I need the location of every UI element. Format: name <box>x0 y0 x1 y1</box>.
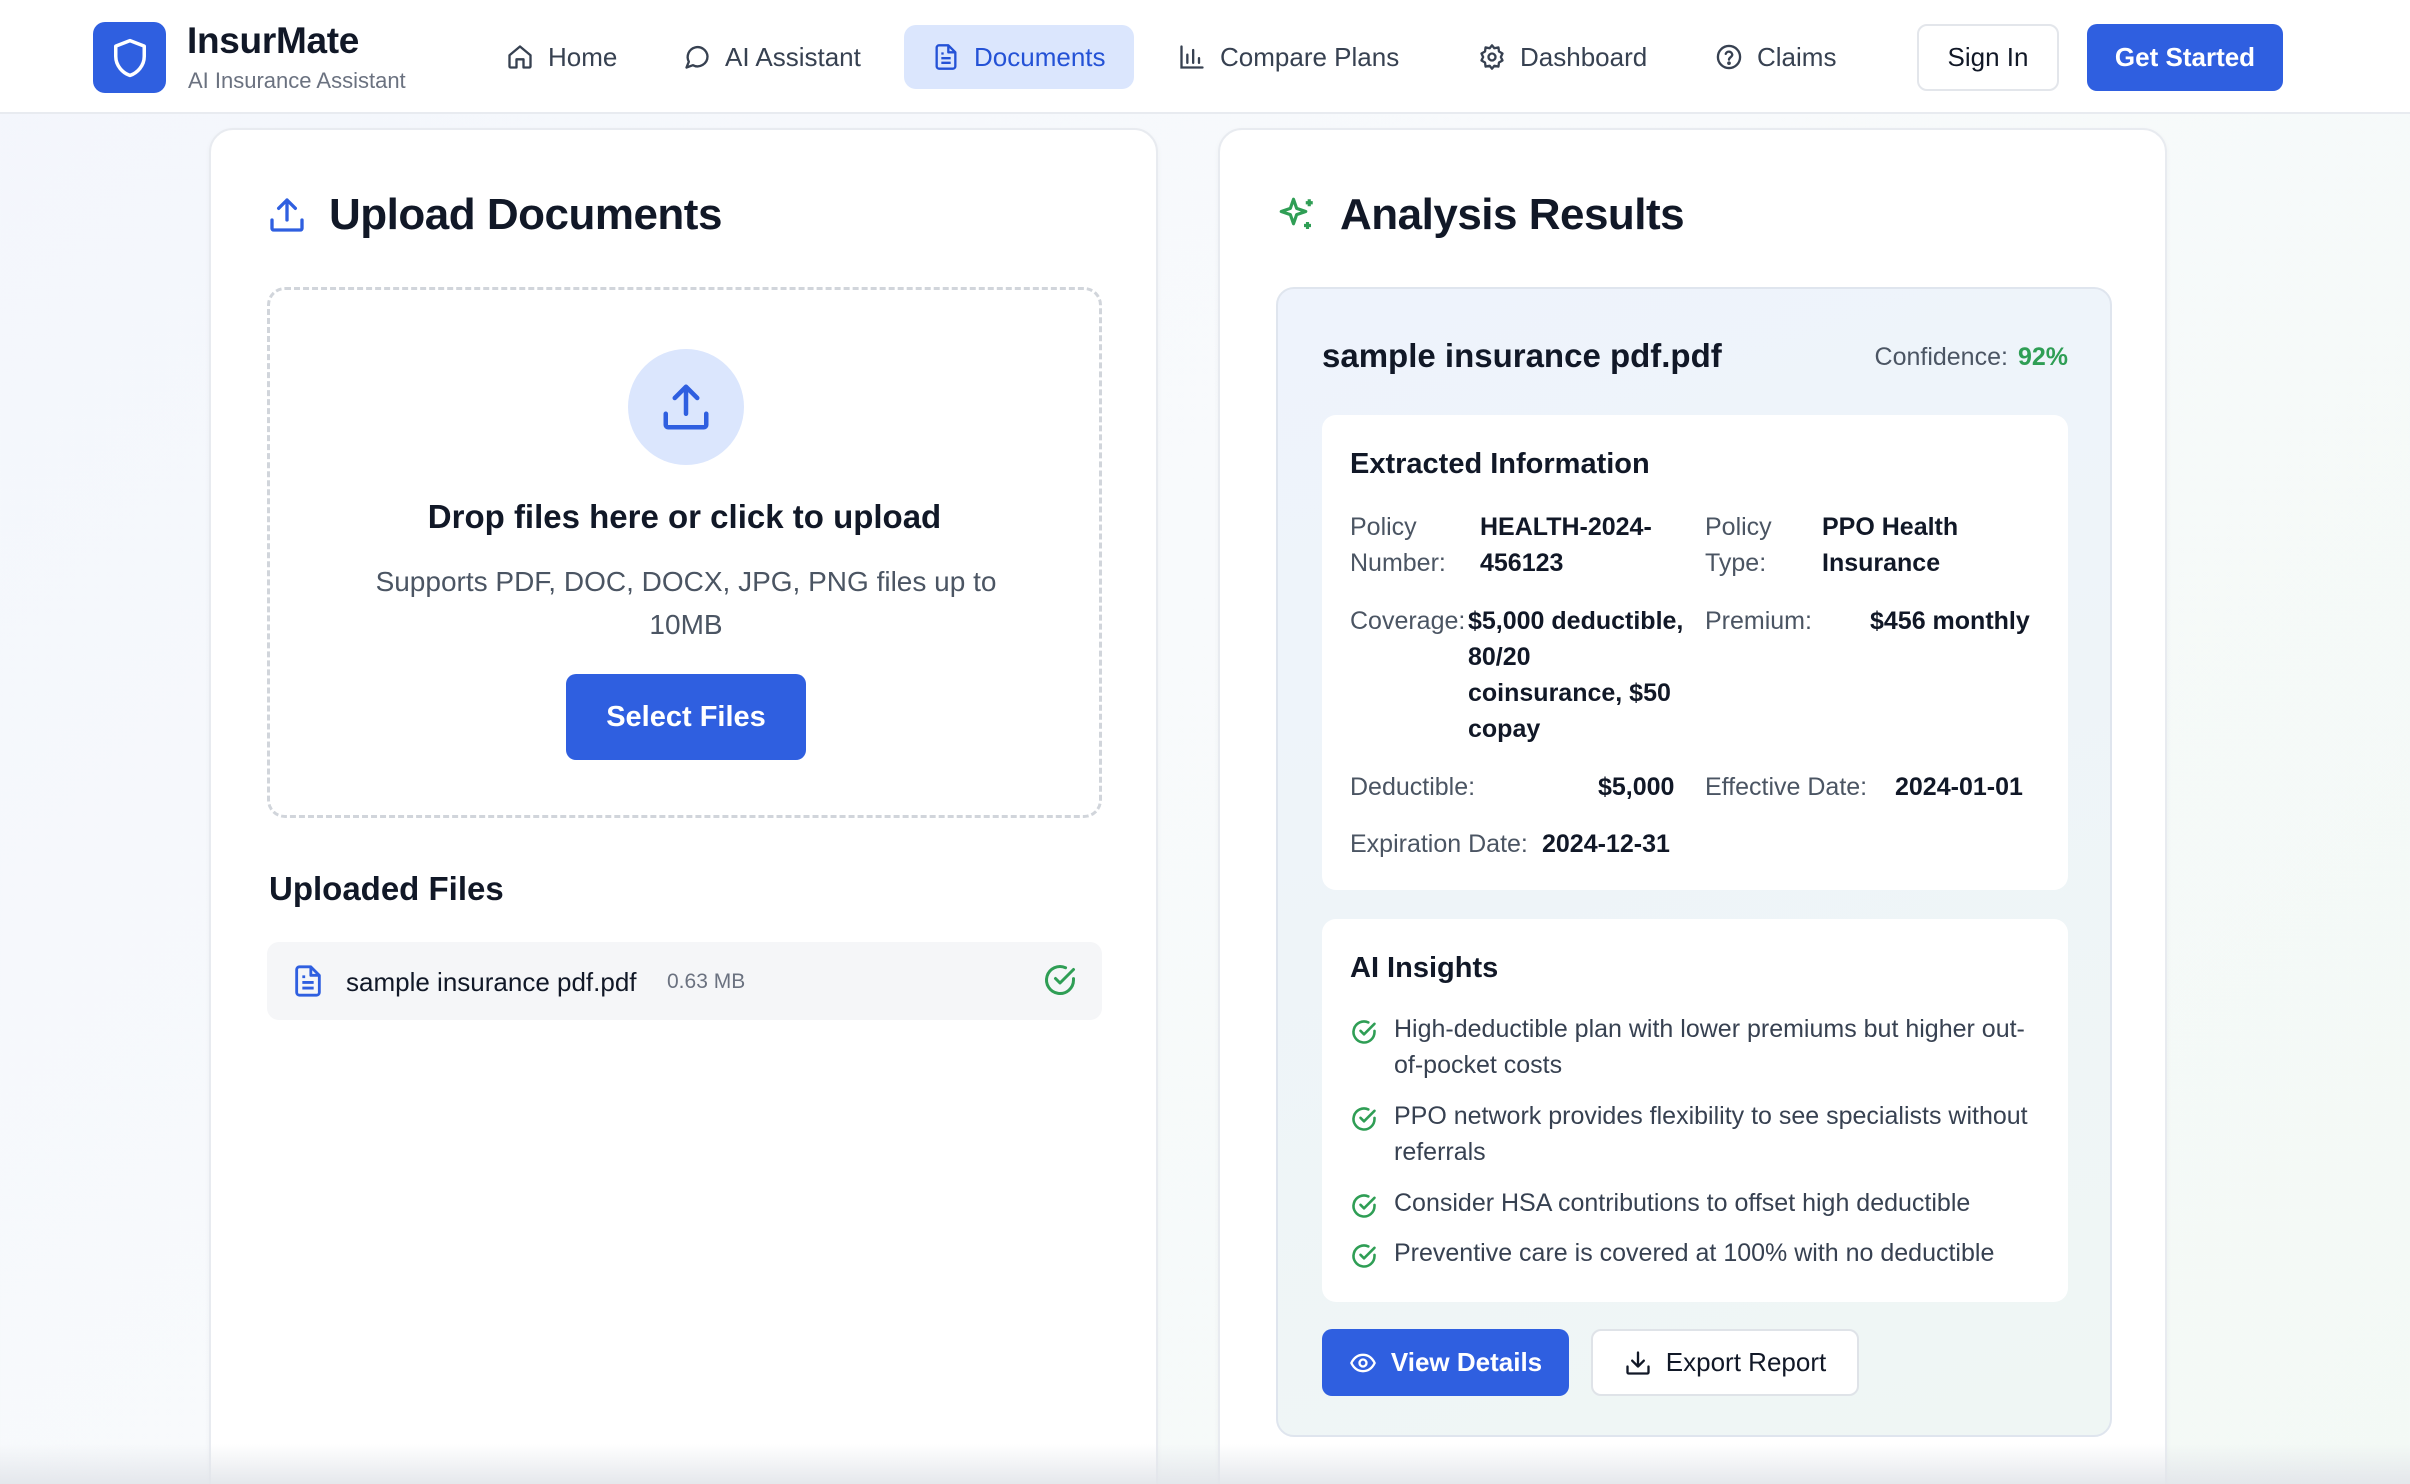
nav-label: AI Assistant <box>725 41 861 72</box>
upload-icon <box>270 198 304 232</box>
file-icon <box>295 965 321 997</box>
field-label: Deductible: <box>1350 773 1476 801</box>
export-report-button[interactable]: Export Report <box>1591 1329 1859 1396</box>
analysis-card-header: Analysis Results <box>1276 190 1685 240</box>
uploaded-file-name: sample insurance pdf.pdf <box>346 967 637 997</box>
field-value: $456 monthly <box>1870 607 2030 635</box>
field-label: Effective Date: <box>1705 773 1868 801</box>
uploaded-files-heading: Uploaded Files <box>269 870 504 907</box>
nav-label: Documents <box>974 41 1106 72</box>
upload-documents-card: Upload Documents Drop files here or clic… <box>209 128 1158 1484</box>
select-files-button[interactable]: Select Files <box>566 674 806 760</box>
upload-card-header: Upload Documents <box>267 190 722 240</box>
insight-item: Consider HSA contributions to offset hig… <box>1350 1185 2050 1221</box>
field-value: PPO Health Insurance <box>1822 513 1959 577</box>
confidence-label: Confidence: <box>1874 343 2008 371</box>
analysis-results-card: Analysis Results sample insurance pdf.pd… <box>1218 128 2167 1484</box>
upload-card-title: Upload Documents <box>329 190 722 239</box>
brand-tagline: AI Insurance Assistant <box>188 68 406 93</box>
nav-label: Compare Plans <box>1220 41 1400 72</box>
nav-label: Dashboard <box>1520 41 1648 72</box>
analysis-card-title: Analysis Results <box>1340 190 1685 239</box>
upload-icon <box>663 384 709 430</box>
uploaded-file-size: 0.63 MB <box>667 970 746 993</box>
field-label: Expiration Date: <box>1350 830 1528 858</box>
nav-item-claims[interactable]: Claims <box>1687 25 1864 89</box>
check-circle-icon <box>1045 965 1075 995</box>
help-circle-icon <box>1716 44 1742 70</box>
field-value: 2024-12-31 <box>1542 830 1670 858</box>
extracted-information-section: Extracted Information Policy Number: HEA… <box>1322 415 2068 890</box>
bottom-scroll-fade <box>0 1444 2410 1484</box>
check-circle-icon <box>1352 1194 1376 1218</box>
insight-text: PPO network provides flexibility to see … <box>1394 1102 2028 1166</box>
sparkles-icon <box>1279 197 1313 229</box>
field-value: $5,000 <box>1598 773 1675 801</box>
top-navbar: InsurMate AI Insurance Assistant Home AI… <box>0 0 2410 114</box>
document-icon <box>935 44 957 70</box>
drop-upload-icon-circle <box>628 349 744 465</box>
view-details-label: View Details <box>1390 1347 1543 1377</box>
brand-name[interactable]: InsurMate <box>187 20 359 62</box>
uploaded-file-row[interactable]: sample insurance pdf.pdf 0.63 MB <box>267 942 1102 1020</box>
home-icon <box>508 45 532 69</box>
insight-item: Preventive care is covered at 100% with … <box>1350 1235 2050 1271</box>
check-circle-icon <box>1352 1244 1376 1268</box>
insight-item: High-deductible plan with lower premiums… <box>1350 1011 2050 1083</box>
analysis-result-panel: sample insurance pdf.pdf Confidence: 92% … <box>1276 287 2112 1437</box>
nav-label: Home <box>548 41 618 72</box>
field-value: $5,000 deductible, 80/20 coinsurance, $5… <box>1468 607 1684 743</box>
field-label: Coverage: <box>1350 607 1466 635</box>
confidence-indicator: Confidence: 92% <box>1875 343 2068 372</box>
analyzed-file-name: sample insurance pdf.pdf <box>1322 337 1722 374</box>
extracted-information-title: Extracted Information <box>1350 448 1650 480</box>
nav-item-dashboard[interactable]: Dashboard <box>1450 25 1675 89</box>
drop-zone-title: Drop files here or click to upload <box>427 498 942 535</box>
gear-icon <box>1480 44 1504 70</box>
insight-text: High-deductible plan with lower premiums… <box>1394 1015 2025 1079</box>
field-value: 2024-01-01 <box>1895 773 2023 801</box>
insight-item: PPO network provides flexibility to see … <box>1350 1098 2050 1170</box>
get-started-button[interactable]: Get Started <box>2087 24 2283 91</box>
nav-label: Claims <box>1757 41 1837 72</box>
insight-text: Consider HSA contributions to offset hig… <box>1394 1189 1971 1217</box>
insight-text: Preventive care is covered at 100% with … <box>1394 1239 1995 1267</box>
nav-item-documents[interactable]: Documents <box>904 25 1134 89</box>
download-icon <box>1626 1350 1650 1375</box>
confidence-value: 92% <box>2017 343 2068 371</box>
view-details-button[interactable]: View Details <box>1322 1329 1569 1396</box>
check-circle-icon <box>1352 1020 1376 1044</box>
export-report-label: Export Report <box>1665 1347 1827 1377</box>
shield-logo-icon[interactable] <box>93 22 166 93</box>
nav-item-ai-assistant[interactable]: AI Assistant <box>655 25 889 89</box>
ai-insights-section: AI Insights High-deductible plan with lo… <box>1322 919 2068 1302</box>
nav-item-home[interactable]: Home <box>478 25 645 89</box>
field-label: Premium: <box>1705 607 1812 635</box>
file-drop-zone[interactable]: Drop files here or click to upload Suppo… <box>267 287 1102 818</box>
nav-item-compare-plans[interactable]: Compare Plans <box>1150 25 1427 89</box>
field-label: Policy Type: <box>1705 513 1772 577</box>
check-circle-icon <box>1352 1107 1376 1131</box>
chat-bubble-icon <box>685 45 709 69</box>
bar-chart-icon <box>1180 45 1204 69</box>
drop-zone-subtitle: Supports PDF, DOC, DOCX, JPG, PNG files … <box>375 566 997 640</box>
field-label: Policy Number: <box>1350 513 1446 577</box>
sign-in-button[interactable]: Sign In <box>1917 24 2059 91</box>
eye-icon <box>1350 1353 1376 1372</box>
field-value: HEALTH-2024-456123 <box>1480 513 1652 577</box>
ai-insights-title: AI Insights <box>1350 952 1499 984</box>
